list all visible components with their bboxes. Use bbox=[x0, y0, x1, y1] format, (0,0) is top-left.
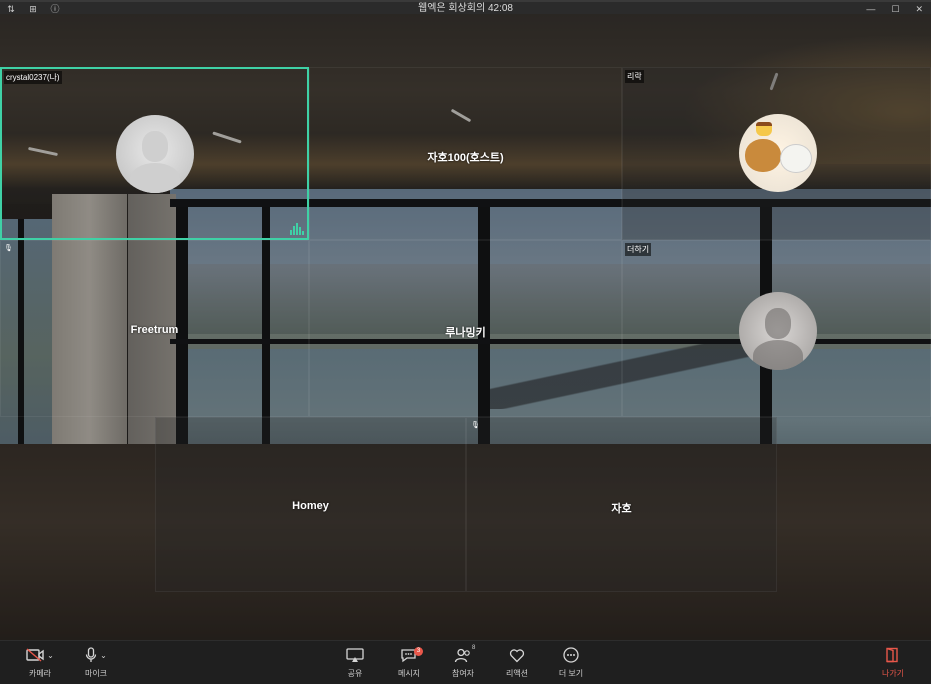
exit-door-icon bbox=[886, 647, 898, 663]
participant-name: 자호100(호스트) bbox=[427, 152, 504, 164]
microphone-icon bbox=[85, 647, 97, 662]
participant-name: 루나밍키 bbox=[445, 327, 486, 339]
maximize-icon[interactable]: ☐ bbox=[891, 4, 899, 15]
messages-badge: 3 bbox=[414, 647, 423, 656]
participant-tile-homey[interactable]: Homey bbox=[155, 417, 466, 592]
participant-name-tag: crystal0237(나) bbox=[4, 71, 62, 84]
participant-tile-deohagi[interactable]: 더하기 bbox=[622, 240, 931, 417]
camera-off-icon bbox=[26, 648, 44, 662]
participant-name-tag: 더하기 bbox=[625, 243, 652, 256]
mic-muted-icon: 🎙 bbox=[471, 422, 480, 429]
audio-level-icon bbox=[290, 223, 304, 235]
mic-button[interactable]: ⌄ 마이크 bbox=[70, 645, 122, 681]
participant-tile-jaho[interactable]: 🎙 자호 bbox=[466, 417, 777, 592]
participant-tile-freetrum[interactable]: 🎙 Freetrum bbox=[0, 240, 309, 417]
participant-name: 자호 bbox=[611, 503, 632, 515]
more-icon bbox=[563, 647, 579, 663]
avatar bbox=[739, 114, 817, 192]
participants-icon bbox=[454, 648, 470, 662]
more-button[interactable]: 더 보기 bbox=[547, 645, 595, 681]
share-label: 공유 bbox=[347, 669, 363, 678]
avatar bbox=[116, 115, 194, 193]
participant-tile-rirak[interactable]: 리락 bbox=[622, 67, 931, 240]
participant-name: Freetrum bbox=[130, 324, 179, 336]
participant-tile-self[interactable]: crystal0237(나) bbox=[0, 67, 309, 240]
mic-muted-icon: 🎙 bbox=[4, 245, 13, 252]
participants-count: 8 bbox=[472, 645, 476, 651]
participants-button[interactable]: 8 참여자 bbox=[439, 645, 487, 681]
chevron-down-icon[interactable]: ⌄ bbox=[100, 651, 107, 660]
messages-button[interactable]: 3 메시지 bbox=[385, 645, 433, 681]
camera-label: 카메라 bbox=[28, 669, 52, 678]
leave-button[interactable]: 나가기 bbox=[869, 645, 917, 681]
minimize-icon[interactable]: — bbox=[866, 4, 875, 14]
participant-tile-runaming[interactable]: 루나밍키 bbox=[309, 240, 622, 417]
messages-label: 메시지 bbox=[397, 669, 421, 678]
participant-name-tag: 리락 bbox=[625, 70, 644, 83]
reactions-label: 리액션 bbox=[505, 669, 529, 678]
heart-icon bbox=[509, 648, 525, 662]
avatar bbox=[739, 292, 817, 370]
share-screen-icon bbox=[346, 647, 364, 662]
leave-label: 나가기 bbox=[881, 669, 905, 678]
camera-button[interactable]: ⌄ 카메라 bbox=[14, 645, 66, 681]
meeting-toolbar: ⌄ 카메라 ⌄ 마이크 공유 3 메시지 8 참여자 리액션 더 보기 나가기 bbox=[0, 640, 931, 684]
participant-tile-host[interactable]: 자호100(호스트) bbox=[309, 67, 622, 240]
mic-label: 마이크 bbox=[84, 669, 108, 678]
reactions-button[interactable]: 리액션 bbox=[493, 645, 541, 681]
participants-label: 참여자 bbox=[451, 669, 475, 678]
chevron-down-icon[interactable]: ⌄ bbox=[47, 651, 54, 660]
participant-name: Homey bbox=[292, 500, 329, 512]
close-icon[interactable]: ✕ bbox=[915, 4, 923, 15]
title-bar: ⇅ ⊞ ⓘ 웹엑은 회상회의 42:08 — ☐ ✕ bbox=[0, 0, 931, 14]
more-label: 더 보기 bbox=[558, 669, 584, 678]
share-button[interactable]: 공유 bbox=[331, 645, 379, 681]
